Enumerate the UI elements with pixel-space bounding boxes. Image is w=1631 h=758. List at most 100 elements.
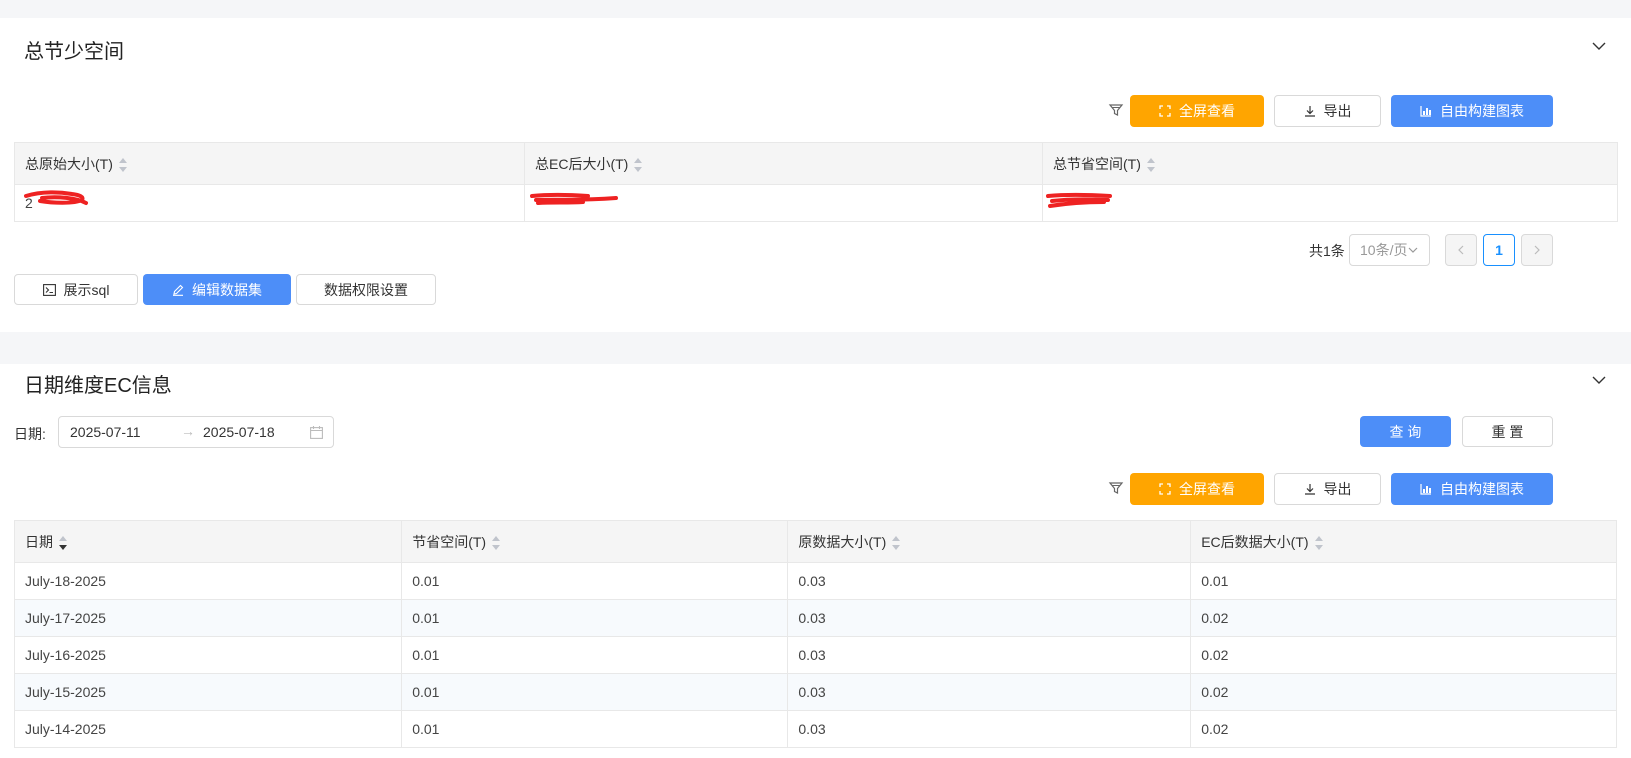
table-cell: 2 [14,184,525,222]
section-title: 总节少空间 [24,41,124,63]
chevron-down-icon[interactable] [1591,38,1607,54]
total-savings-card: 总节少空间 全屏查看 导出 自由构建图表 总原始大小(T) 总EC后大小(T) … [0,18,1631,332]
export-label: 导出 [1323,103,1352,119]
build-chart-label: 自由构建图表 [1440,481,1524,497]
table-header-row: 日期 节省空间(T) 原数据大小(T) EC后数据大小(T) [13,520,1617,563]
table-cell: 0.01 [401,710,789,748]
table-cell: 0.01 [401,673,789,711]
table-cell: 0.01 [1190,562,1617,600]
fullscreen-icon [1159,105,1171,117]
table-row: July-14-2025 0.01 0.03 0.02 [13,710,1617,748]
bar-chart-icon [1420,106,1431,117]
table-row: July-16-2025 0.01 0.03 0.02 [13,636,1617,674]
column-header[interactable]: EC后数据大小(T) [1190,520,1617,563]
reset-label: 重 置 [1491,423,1524,440]
build-chart-label: 自由构建图表 [1440,103,1524,119]
permissions-button[interactable]: 数据权限设置 [296,274,436,305]
chevron-down-icon [1409,247,1418,253]
fullscreen-button[interactable]: 全屏查看 [1130,95,1264,127]
reset-button[interactable]: 重 置 [1462,416,1553,447]
query-label: 查 询 [1389,423,1422,440]
section-title: 日期维度EC信息 [24,375,172,397]
sort-icon[interactable] [892,535,901,550]
column-header[interactable]: 原数据大小(T) [787,520,1192,563]
table-cell: 0.03 [787,599,1192,637]
table-cell: 0.02 [1190,636,1617,674]
table-cell: July-17-2025 [13,599,403,637]
export-button[interactable]: 导出 [1274,95,1381,127]
table-row: July-17-2025 0.01 0.03 0.02 [13,599,1617,637]
sort-icon[interactable] [118,157,127,172]
end-date-input[interactable]: 2025-07-18 [203,424,275,440]
filter-icon[interactable] [1108,480,1124,496]
build-chart-button[interactable]: 自由构建图表 [1391,473,1553,505]
sort-icon[interactable] [492,535,501,550]
export-label: 导出 [1323,481,1352,497]
table-row: July-18-2025 0.01 0.03 0.01 [13,562,1617,600]
permissions-label: 数据权限设置 [324,281,408,298]
terminal-icon [42,283,56,296]
pagination-total: 共1条 [1309,243,1345,259]
bar-chart-icon [1420,484,1431,495]
table-cell: 0.02 [1190,599,1617,637]
table-cell: 0.02 [1190,710,1617,748]
total-savings-table: 总原始大小(T) 总EC后大小(T) 总节省空间(T) 2 [14,142,1618,222]
fullscreen-button[interactable]: 全屏查看 [1130,473,1264,505]
table-cell: 0.03 [787,673,1192,711]
sort-icon[interactable] [1146,157,1155,172]
date-range-picker[interactable]: 2025-07-11 → 2025-07-18 [58,416,334,448]
table-row: 2 [14,184,1618,222]
build-chart-button[interactable]: 自由构建图表 [1391,95,1553,127]
table-row: July-15-2025 0.01 0.03 0.02 [13,673,1617,711]
chevron-right-icon [1534,245,1540,255]
table-cell: July-14-2025 [13,710,403,748]
page-size-value: 10条/页 [1360,242,1408,258]
column-header[interactable]: 总EC后大小(T) [524,142,1043,185]
start-date-input[interactable]: 2025-07-11 [70,424,141,440]
table-cell: 0.03 [787,636,1192,674]
sort-icon[interactable] [634,157,643,172]
table-cell: 0.01 [401,636,789,674]
column-header[interactable]: 节省空间(T) [401,520,789,563]
next-page-button[interactable] [1521,234,1553,266]
prev-page-button[interactable] [1445,234,1477,266]
query-button[interactable]: 查 询 [1360,416,1451,447]
filter-icon[interactable] [1108,102,1124,118]
table-cell: 0.03 [787,562,1192,600]
table-cell: July-15-2025 [13,673,403,711]
chevron-down-icon[interactable] [1591,372,1607,388]
show-sql-label: 展示sql [63,281,110,298]
arrow-right-icon: → [181,423,195,439]
export-button[interactable]: 导出 [1274,473,1381,505]
edit-dataset-button[interactable]: 编辑数据集 [143,274,291,305]
table-cell: July-16-2025 [13,636,403,674]
page-number-button[interactable]: 1 [1483,234,1515,266]
column-header[interactable]: 总原始大小(T) [14,142,525,185]
date-ec-table: 日期 节省空间(T) 原数据大小(T) EC后数据大小(T) July-18-2… [13,520,1617,748]
table-cell [524,184,1043,222]
date-filter-label: 日期: [14,426,46,442]
table-cell: 0.01 [401,562,789,600]
download-icon [1304,484,1315,495]
table-cell: 0.02 [1190,673,1617,711]
table-cell: July-18-2025 [13,562,403,600]
fullscreen-label: 全屏查看 [1179,481,1235,497]
column-header[interactable]: 日期 [13,520,403,563]
table-cell: 0.03 [787,710,1192,748]
sort-desc-icon[interactable] [59,535,67,550]
date-ec-card: 日期维度EC信息 日期: 2025-07-11 → 2025-07-18 查 询… [0,364,1631,758]
table-header-row: 总原始大小(T) 总EC后大小(T) 总节省空间(T) [14,142,1618,185]
calendar-icon [310,426,323,439]
download-icon [1304,106,1315,117]
edit-icon [173,284,184,296]
page-size-select[interactable]: 10条/页 [1349,234,1430,266]
column-header[interactable]: 总节省空间(T) [1042,142,1618,185]
fullscreen-icon [1159,483,1171,495]
edit-dataset-label: 编辑数据集 [192,281,262,298]
table-cell: 0.01 [401,599,789,637]
sort-icon[interactable] [1314,535,1323,550]
table-cell [1042,184,1618,222]
fullscreen-label: 全屏查看 [1179,103,1235,119]
chevron-left-icon [1458,245,1464,255]
show-sql-button[interactable]: 展示sql [14,274,138,305]
